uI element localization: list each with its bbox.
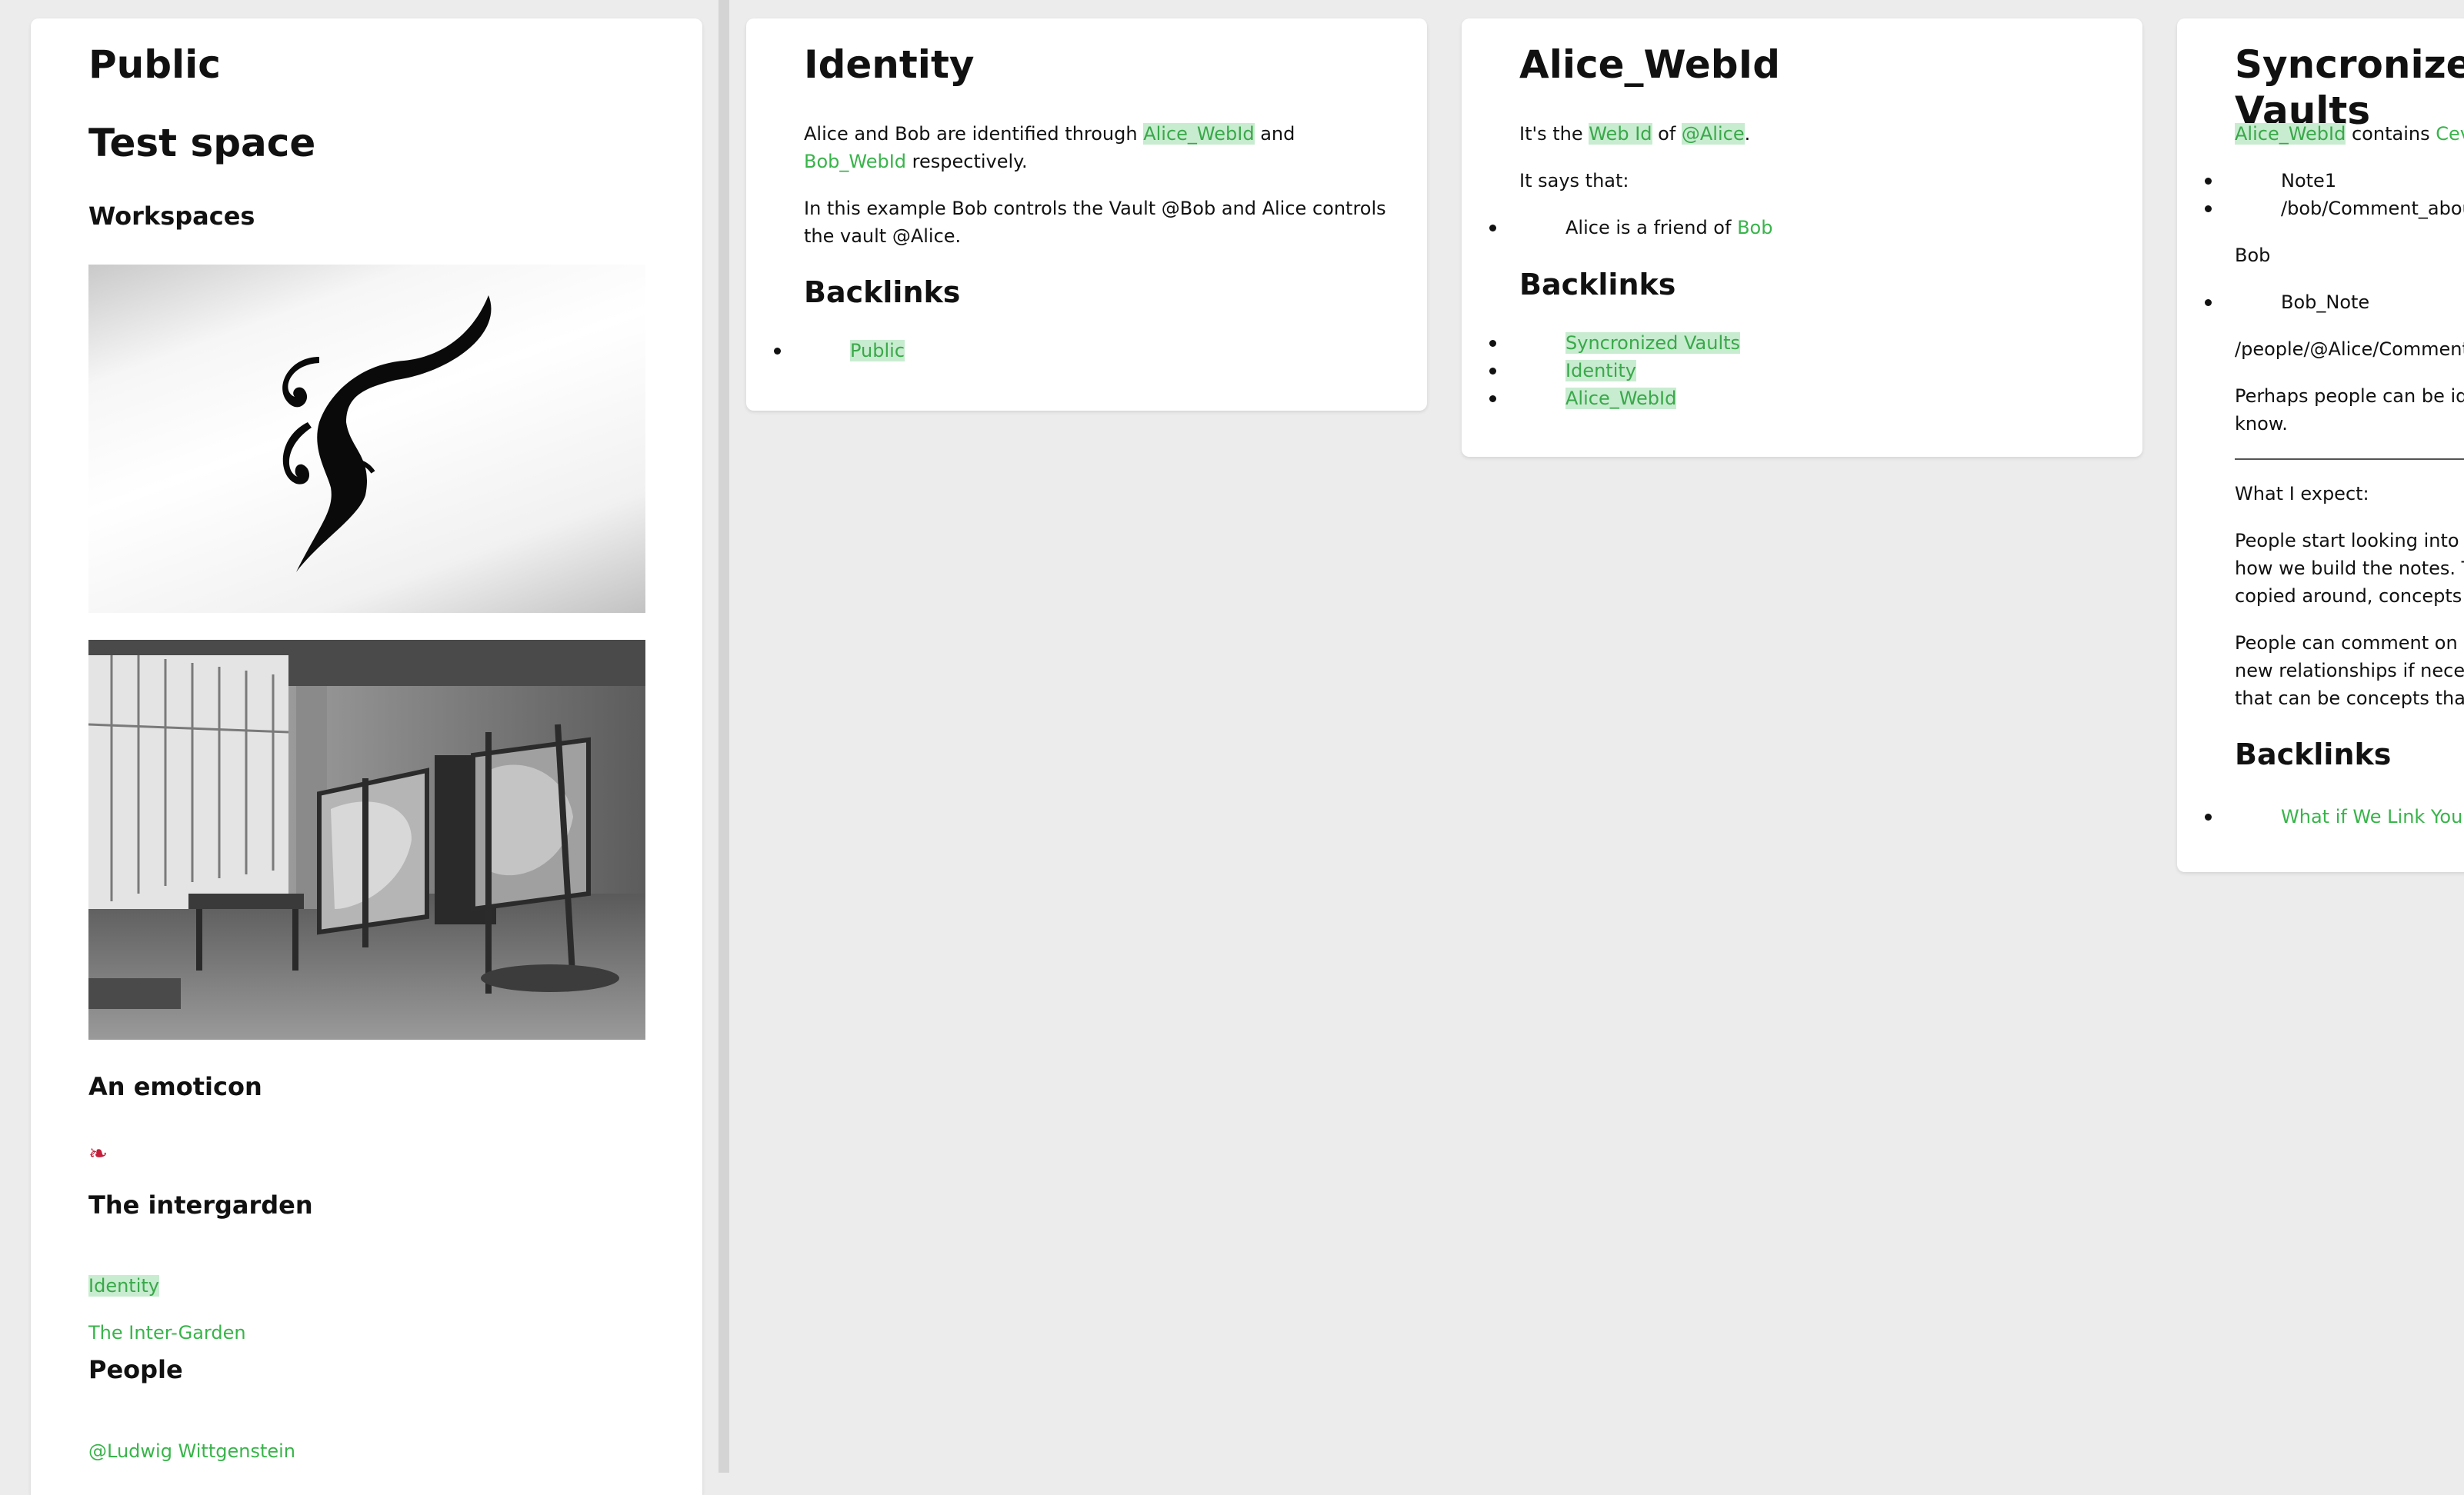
list-item: Bob_Note	[2177, 288, 2369, 316]
link-web-id[interactable]: Web Id	[1589, 123, 1652, 145]
backlink-syncronized-vaults[interactable]: Syncronized Vaults	[1565, 332, 1741, 354]
note-card-identity: Identity Alice and Bob are identified th…	[746, 18, 1427, 411]
column-divider[interactable]	[719, 0, 729, 1473]
emoticon-icon: ❧	[88, 1140, 108, 1167]
note-title: Identity	[804, 42, 975, 87]
backlink-public[interactable]: Public	[850, 340, 905, 361]
list-item: /bob/Comment_about	[2177, 195, 2464, 222]
backlinks-list: Syncronized Vaults Identity Alice_WebId	[1462, 329, 1741, 412]
studio-photo-image	[88, 640, 645, 1040]
link-ludwig-wittgenstein[interactable]: @Ludwig Wittgenstein	[88, 1440, 295, 1462]
emoticon-heading: An emoticon	[88, 1072, 262, 1101]
note-subtitle: Test space	[88, 121, 316, 165]
studio-photo-icon	[88, 640, 645, 1040]
bob-label: Bob	[2235, 245, 2271, 266]
sync-paragraph-1: Alice_WebId contains Cev	[2235, 120, 2464, 148]
link-bob-webid[interactable]: Bob_WebId	[804, 151, 906, 172]
path-text: /people/@Alice/Comment_	[2235, 338, 2464, 360]
link-alice-webid[interactable]: Alice_WebId	[2235, 123, 2346, 145]
backlinks-heading: Backlinks	[804, 275, 961, 309]
fact-item: Alice is a friend of Bob	[1462, 214, 1772, 241]
people-heading: People	[88, 1355, 183, 1384]
backlinks-list: Public	[746, 337, 905, 365]
link-bob[interactable]: Bob	[1737, 217, 1772, 238]
intergarden-heading: The intergarden	[88, 1190, 313, 1220]
backlinks-heading: Backlinks	[2235, 738, 2392, 771]
identity-paragraph-2: In this example Bob controls the Vault @…	[804, 198, 1386, 219]
note-card-alice-webid: Alice_WebId It's the Web Id of @Alice. I…	[1462, 18, 2142, 457]
list-item: Note1	[2177, 167, 2464, 195]
webid-paragraph-1: It's the Web Id of @Alice.	[1519, 123, 1751, 145]
facts-list: Alice is a friend of Bob	[1462, 214, 1772, 241]
note-card-public: Public Test space Workspaces An emoticon…	[31, 18, 702, 1495]
link-alice[interactable]: @Alice	[1681, 123, 1745, 145]
link-inter-garden[interactable]: The Inter-Garden	[88, 1322, 246, 1344]
link-cev[interactable]: Cev	[2436, 123, 2464, 145]
alice-notes-list: Note1 /bob/Comment_about	[2177, 167, 2464, 222]
workspaces-heading: Workspaces	[88, 201, 255, 231]
backlink-item: Alice_WebId	[1462, 385, 1740, 412]
note-title: Alice_WebId	[1519, 42, 1780, 87]
note-card-syncronized-vaults: Syncronized Vaults Alice_WebId contains …	[2177, 18, 2464, 872]
backlink-item: Public	[746, 337, 905, 365]
backlink-identity[interactable]: Identity	[1565, 360, 1636, 381]
calligraphy-ornament-icon	[282, 295, 492, 572]
backlink-item: Syncronized Vaults	[1462, 329, 1741, 357]
horizontal-rule	[2235, 458, 2464, 460]
bob-notes-list: Bob_Note	[2177, 288, 2369, 316]
link-alice-webid[interactable]: Alice_WebId	[1143, 123, 1255, 145]
backlink-alice-webid[interactable]: Alice_WebId	[1565, 388, 1677, 409]
backlinks-heading: Backlinks	[1519, 268, 1676, 301]
expect-text: What I expect:	[2235, 483, 2369, 504]
identity-paragraph-1: Alice and Bob are identified through Ali…	[804, 123, 1295, 145]
webid-paragraph-2: It says that:	[1519, 170, 1629, 191]
backlink-item: Identity	[1462, 357, 1740, 385]
note-title: Public	[88, 42, 221, 87]
calligraphy-image	[88, 265, 645, 613]
link-identity[interactable]: Identity	[88, 1275, 159, 1297]
backlinks-list: What if We Link Your	[2177, 803, 2464, 831]
backlink-item: What if We Link Your	[2177, 803, 2464, 831]
backlink-what-if-we-link[interactable]: What if We Link Your	[2281, 806, 2464, 827]
